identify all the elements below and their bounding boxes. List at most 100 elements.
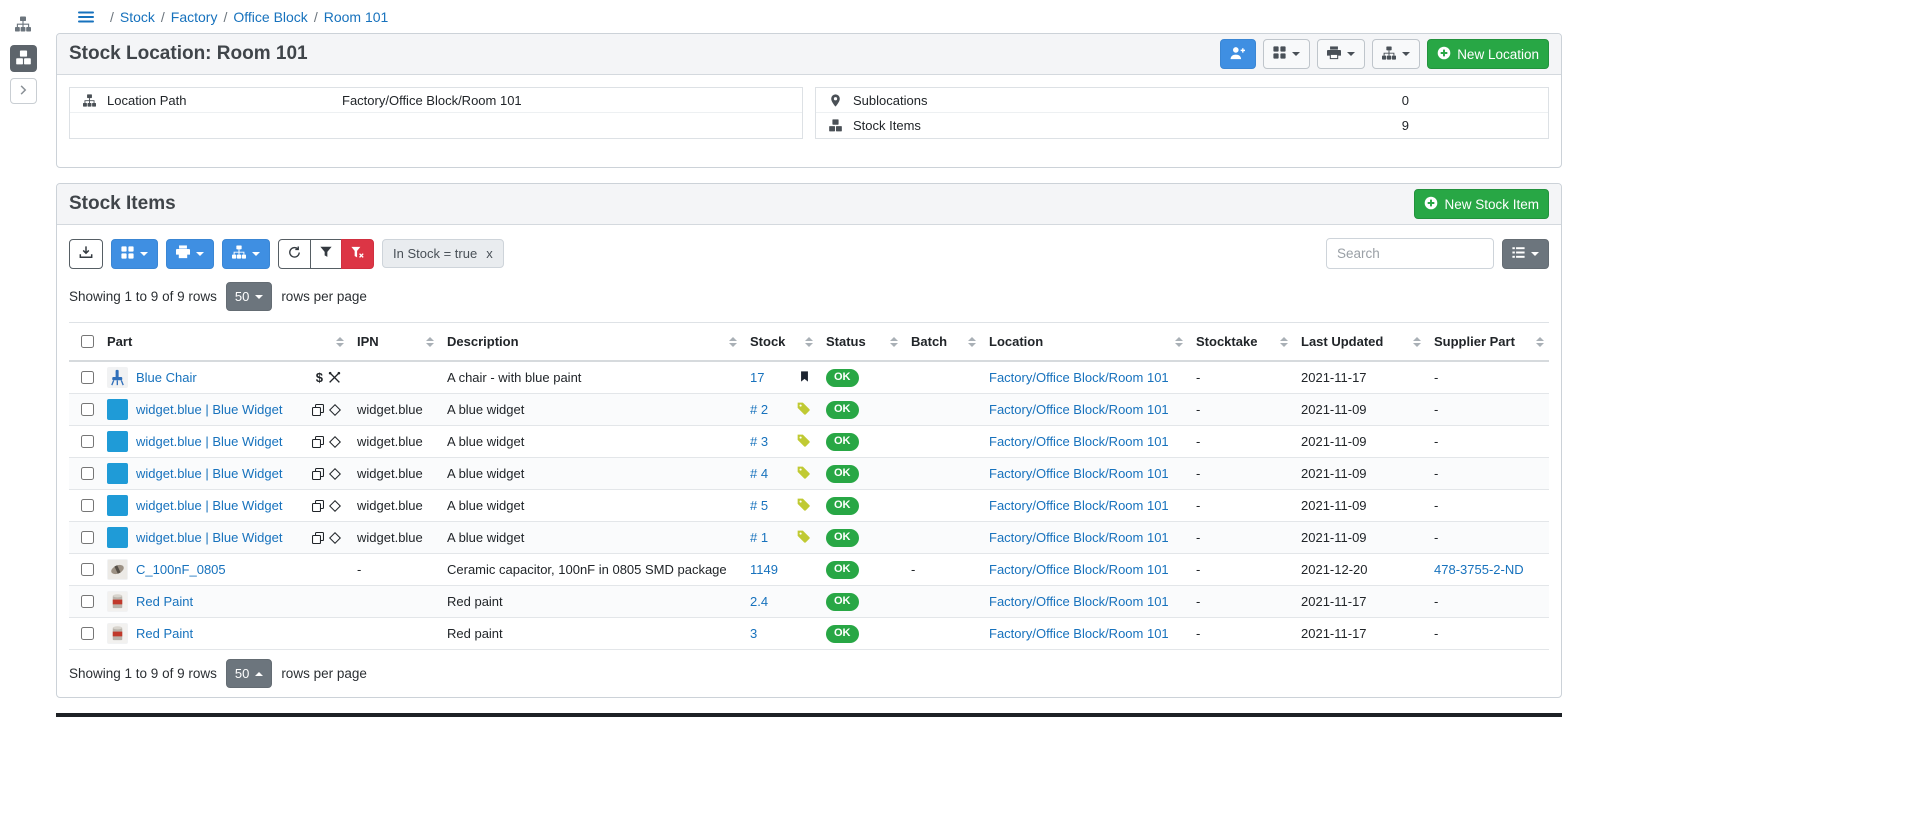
filter-button[interactable]	[310, 239, 342, 269]
remove-filter-icon[interactable]: x	[486, 246, 493, 261]
part-link[interactable]: Red Paint	[136, 626, 193, 641]
location-link[interactable]: Factory/Office Block/Room 101	[989, 594, 1169, 609]
breadcrumb-link[interactable]: Stock	[120, 9, 155, 25]
caret-down-icon	[255, 295, 263, 299]
location-actions-dropdown[interactable]	[1372, 39, 1420, 69]
sitemap-icon	[1382, 46, 1396, 63]
sort-icon[interactable]	[890, 337, 898, 347]
last-updated-cell: 2021-11-09	[1293, 394, 1426, 426]
stock-quantity-link[interactable]: 2.4	[750, 594, 768, 609]
grid-icon	[121, 246, 134, 262]
menu-icon[interactable]	[78, 9, 94, 25]
part-link[interactable]: C_100nF_0805	[136, 562, 226, 577]
column-header-description[interactable]: Description	[439, 323, 742, 362]
stocktake-cell: -	[1188, 426, 1293, 458]
table-columns-dropdown[interactable]	[1502, 239, 1549, 269]
supplier-part-value: -	[1434, 402, 1438, 417]
breadcrumb-link[interactable]: Factory	[171, 9, 218, 25]
location-link[interactable]: Factory/Office Block/Room 101	[989, 434, 1169, 449]
row-checkbox[interactable]	[81, 595, 94, 608]
breadcrumb-link[interactable]: Room 101	[324, 9, 389, 25]
stock-quantity-link[interactable]: # 5	[750, 498, 768, 513]
stock-quantity-link[interactable]: # 1	[750, 530, 768, 545]
part-link[interactable]: widget.blue | Blue Widget	[136, 498, 282, 513]
filter-chip[interactable]: In Stock = true x	[382, 239, 504, 268]
sort-icon[interactable]	[1175, 337, 1183, 347]
sort-icon[interactable]	[729, 337, 737, 347]
sort-icon[interactable]	[805, 337, 813, 347]
part-link[interactable]: widget.blue | Blue Widget	[136, 402, 282, 417]
select-all-header[interactable]	[69, 323, 99, 362]
stock-quantity-link[interactable]: # 3	[750, 434, 768, 449]
supplier-part-link[interactable]: 478-3755-2-ND	[1434, 562, 1524, 577]
supplier-part-value: -	[1434, 466, 1438, 481]
row-checkbox[interactable]	[81, 435, 94, 448]
location-link[interactable]: Factory/Office Block/Room 101	[989, 466, 1169, 481]
row-checkbox[interactable]	[81, 531, 94, 544]
sort-icon[interactable]	[1280, 337, 1288, 347]
row-checkbox[interactable]	[81, 371, 94, 384]
part-link[interactable]: Red Paint	[136, 594, 193, 609]
new-stock-item-button[interactable]: New Stock Item	[1414, 189, 1549, 219]
part-link[interactable]: Blue Chair	[136, 370, 197, 385]
column-header-batch[interactable]: Batch	[903, 323, 981, 362]
part-link[interactable]: widget.blue | Blue Widget	[136, 434, 282, 449]
stock-options-dropdown[interactable]	[222, 239, 270, 269]
location-link[interactable]: Factory/Office Block/Room 101	[989, 498, 1169, 513]
stock-quantity-link[interactable]: # 2	[750, 402, 768, 417]
part-link[interactable]: widget.blue | Blue Widget	[136, 466, 282, 481]
location-link[interactable]: Factory/Office Block/Room 101	[989, 562, 1169, 577]
print-actions-dropdown[interactable]	[166, 239, 214, 269]
row-checkbox[interactable]	[81, 627, 94, 640]
sort-icon[interactable]	[336, 337, 344, 347]
barcode-actions-dropdown[interactable]	[111, 239, 158, 269]
sidebar-part-tree-button[interactable]	[10, 12, 37, 39]
sort-icon[interactable]	[426, 337, 434, 347]
refresh-button[interactable]	[278, 239, 311, 269]
location-link[interactable]: Factory/Office Block/Room 101	[989, 530, 1169, 545]
column-header-status[interactable]: Status	[818, 323, 903, 362]
location-link[interactable]: Factory/Office Block/Room 101	[989, 626, 1169, 641]
column-header-ipn[interactable]: IPN	[349, 323, 439, 362]
stock-quantity-link[interactable]: # 4	[750, 466, 768, 481]
column-header-part[interactable]: Part	[99, 323, 349, 362]
new-location-button[interactable]: New Location	[1427, 39, 1549, 69]
row-checkbox[interactable]	[81, 499, 94, 512]
breadcrumb-link[interactable]: Office Block	[233, 9, 307, 25]
row-checkbox[interactable]	[81, 403, 94, 416]
location-link[interactable]: Factory/Office Block/Room 101	[989, 402, 1169, 417]
stock-quantity-link[interactable]: 17	[750, 370, 764, 385]
stock-quantity-link[interactable]: 1149	[750, 562, 778, 577]
caret-down-icon	[140, 252, 148, 256]
table-row: Red PaintRed paint2.4OKFactory/Office Bl…	[69, 586, 1549, 618]
part-thumbnail	[107, 591, 128, 612]
stock-quantity-link[interactable]: 3	[750, 626, 757, 641]
user-actions-button[interactable]	[1220, 39, 1256, 69]
sidebar-expand-button[interactable]	[10, 78, 37, 104]
caret-down-icon	[1402, 52, 1410, 56]
clear-filters-button[interactable]	[341, 239, 374, 269]
column-header-stock[interactable]: Stock	[742, 323, 818, 362]
search-input[interactable]	[1326, 238, 1494, 269]
column-header-last-updated[interactable]: Last Updated	[1293, 323, 1426, 362]
column-header-supplier-part[interactable]: Supplier Part	[1426, 323, 1549, 362]
sort-icon[interactable]	[1413, 337, 1421, 347]
location-link[interactable]: Factory/Office Block/Room 101	[989, 370, 1169, 385]
part-link[interactable]: widget.blue | Blue Widget	[136, 530, 282, 545]
page-size-dropdown[interactable]: 50	[226, 659, 272, 688]
row-checkbox[interactable]	[81, 563, 94, 576]
page-size-dropdown[interactable]: 50	[226, 282, 272, 311]
select-all-checkbox[interactable]	[81, 335, 94, 348]
ipn-cell: widget.blue	[349, 426, 439, 458]
download-button[interactable]	[69, 239, 103, 269]
column-header-stocktake[interactable]: Stocktake	[1188, 323, 1293, 362]
sort-icon[interactable]	[1536, 337, 1544, 347]
barcode-actions-dropdown[interactable]	[1263, 39, 1310, 69]
sort-icon[interactable]	[968, 337, 976, 347]
sidebar-stock-button[interactable]	[10, 45, 37, 72]
column-header-location[interactable]: Location	[981, 323, 1188, 362]
ipn-cell: widget.blue	[349, 394, 439, 426]
row-checkbox[interactable]	[81, 467, 94, 480]
print-actions-dropdown[interactable]	[1317, 39, 1365, 69]
part-thumbnail	[107, 559, 128, 580]
